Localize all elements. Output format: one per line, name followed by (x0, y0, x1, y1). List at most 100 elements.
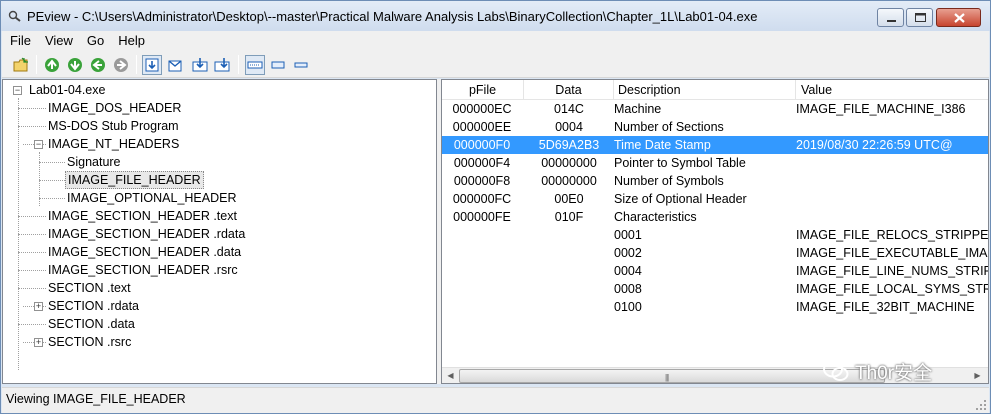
table-row[interactable]: 0002 IMAGE_FILE_EXECUTABLE_IMAGE (442, 244, 988, 262)
tree-item-section-rsrc[interactable]: SECTION .rsrc (46, 333, 133, 351)
app-icon (8, 10, 21, 22)
column-value[interactable]: Value (796, 80, 988, 100)
tree-item-section-header-data[interactable]: IMAGE_SECTION_HEADER .data (46, 243, 243, 261)
table-row[interactable]: 000000FE 010F Characteristics (442, 208, 988, 226)
list-mode-icon (247, 61, 263, 69)
menu-help[interactable]: Help (111, 31, 152, 51)
cell-value: IMAGE_FILE_RELOCS_STRIPPED (796, 228, 989, 242)
list-mode-button[interactable] (245, 55, 265, 75)
view-word-icon (168, 60, 182, 72)
view-qword-icon (214, 58, 230, 72)
table-row[interactable]: 000000F0 5D69A2B3 Time Date Stamp 2019/08/3… (442, 136, 988, 154)
table-row[interactable]: 000000F4 00000000 Pointer to Symbol Table (442, 154, 988, 172)
cell-pfile: 000000F0 (453, 138, 511, 152)
view-qword-button[interactable] (212, 55, 232, 75)
tree-item-section-data[interactable]: SECTION .data (46, 315, 137, 333)
view-dword-button[interactable] (190, 55, 210, 75)
tree-pane[interactable]: − Lab01-04.exe IMAGE_DOS_HEADER MS-DOS S… (2, 79, 437, 384)
cell-value: 2019/08/30 22:26:59 UTC@ (796, 138, 953, 152)
cell-data: 010F (554, 210, 584, 224)
tree-item-dos-stub[interactable]: MS-DOS Stub Program (46, 117, 181, 135)
view-byte-icon (145, 58, 159, 72)
collapse-icon[interactable]: − (34, 140, 43, 149)
small-view-button[interactable] (268, 55, 288, 75)
scroll-left-icon[interactable]: ◀ (442, 368, 459, 383)
tree-root[interactable]: Lab01-04.exe (27, 81, 107, 99)
cell-description: Characteristics (614, 210, 697, 224)
column-data[interactable]: Data (524, 80, 614, 100)
window-title: PEview - C:\Users\Administrator\Desktop\… (27, 9, 758, 24)
cell-description: Time Date Stamp (614, 138, 711, 152)
up-icon (91, 58, 105, 72)
close-button[interactable] (936, 8, 981, 27)
medium-icon (294, 62, 308, 68)
menu-view[interactable]: View (38, 31, 80, 51)
table-row[interactable]: 0001 IMAGE_FILE_RELOCS_STRIPPED (442, 226, 988, 244)
tree-item-nt-headers[interactable]: IMAGE_NT_HEADERS (46, 135, 181, 153)
cell-data: 5D69A2B3 (538, 138, 600, 152)
medium-view-button[interactable] (291, 55, 311, 75)
tree-item-optional-header[interactable]: IMAGE_OPTIONAL_HEADER (65, 189, 239, 207)
cell-value: IMAGE_FILE_LINE_NUMS_STRIPPED (796, 264, 988, 278)
next-button[interactable] (111, 55, 131, 75)
cell-description: 0002 (614, 246, 642, 260)
tree-item-section-text[interactable]: SECTION .text (46, 279, 133, 297)
cell-pfile: 000000EC (452, 102, 512, 116)
toolbar (2, 51, 989, 78)
tree-item-signature[interactable]: Signature (65, 153, 123, 171)
cell-description: 0004 (614, 264, 642, 278)
tree-item-section-header-rsrc[interactable]: IMAGE_SECTION_HEADER .rsrc (46, 261, 240, 279)
cell-description: Size of Optional Header (614, 192, 747, 206)
tree-item-dos-header[interactable]: IMAGE_DOS_HEADER (46, 99, 183, 117)
tree-item-file-header[interactable]: IMAGE_FILE_HEADER (65, 171, 204, 189)
table-row[interactable]: 000000FC 00E0 Size of Optional Header (442, 190, 988, 208)
table-row[interactable]: 000000F8 00000000 Number of Symbols (442, 172, 988, 190)
cell-value: IMAGE_FILE_32BIT_MACHINE (796, 300, 975, 314)
table-row[interactable]: 000000EE 0004 Number of Sections (442, 118, 988, 136)
cell-pfile: 000000F8 (453, 174, 511, 188)
cell-data: 014C (554, 102, 584, 116)
view-byte-button[interactable] (142, 55, 162, 75)
menu-bar: File View Go Help (2, 31, 989, 51)
cell-data: 00000000 (541, 174, 597, 188)
column-description[interactable]: Description (614, 80, 796, 100)
wechat-icon (823, 360, 849, 381)
back-icon (45, 58, 59, 72)
table-row[interactable]: 000000EC 014C Machine IMAGE_FILE_MACHINE_I3… (442, 100, 988, 118)
forward-button[interactable] (65, 55, 85, 75)
collapse-icon[interactable]: − (13, 86, 22, 95)
table-row[interactable]: 0100 IMAGE_FILE_32BIT_MACHINE (442, 298, 988, 316)
resize-grip-icon[interactable] (975, 399, 987, 411)
expand-icon[interactable]: + (34, 302, 43, 311)
back-button[interactable] (42, 55, 62, 75)
cell-value: IMAGE_FILE_EXECUTABLE_IMAGE (796, 246, 989, 260)
cell-pfile: 000000F4 (453, 156, 511, 170)
maximize-button[interactable] (906, 8, 933, 27)
cell-pfile: 000000FC (452, 192, 512, 206)
title-bar[interactable]: PEview - C:\Users\Administrator\Desktop\… (1, 1, 990, 31)
open-button[interactable] (11, 55, 31, 75)
menu-go[interactable]: Go (80, 31, 111, 51)
status-text: Viewing IMAGE_FILE_HEADER (6, 392, 186, 406)
table-row[interactable]: 0008 IMAGE_FILE_LOCAL_SYMS_STRIPPED (442, 280, 988, 298)
view-word-button[interactable] (165, 55, 185, 75)
up-button[interactable] (88, 55, 108, 75)
expand-icon[interactable]: + (34, 338, 43, 347)
scroll-right-icon[interactable]: ▶ (969, 368, 986, 383)
tree-item-section-rdata[interactable]: SECTION .rdata (46, 297, 141, 315)
minimize-button[interactable] (877, 8, 904, 27)
menu-file[interactable]: File (2, 31, 38, 51)
cell-description: 0001 (614, 228, 642, 242)
open-icon (13, 57, 28, 72)
status-bar: Viewing IMAGE_FILE_HEADER (2, 387, 989, 413)
column-pfile[interactable]: pFile (442, 80, 524, 100)
detail-list[interactable]: pFile Data Description Value 000000EC 014… (441, 79, 989, 384)
tree-item-section-header-rdata[interactable]: IMAGE_SECTION_HEADER .rdata (46, 225, 247, 243)
table-row[interactable]: 0004 IMAGE_FILE_LINE_NUMS_STRIPPED (442, 262, 988, 280)
cell-value: IMAGE_FILE_LOCAL_SYMS_STRIPPED (796, 282, 988, 296)
cell-description: Number of Symbols (614, 174, 724, 188)
maximize-icon (915, 13, 926, 22)
minimize-icon (887, 20, 896, 22)
scrollbar-thumb[interactable]: ||| (459, 369, 885, 383)
tree-item-section-header-text[interactable]: IMAGE_SECTION_HEADER .text (46, 207, 239, 225)
